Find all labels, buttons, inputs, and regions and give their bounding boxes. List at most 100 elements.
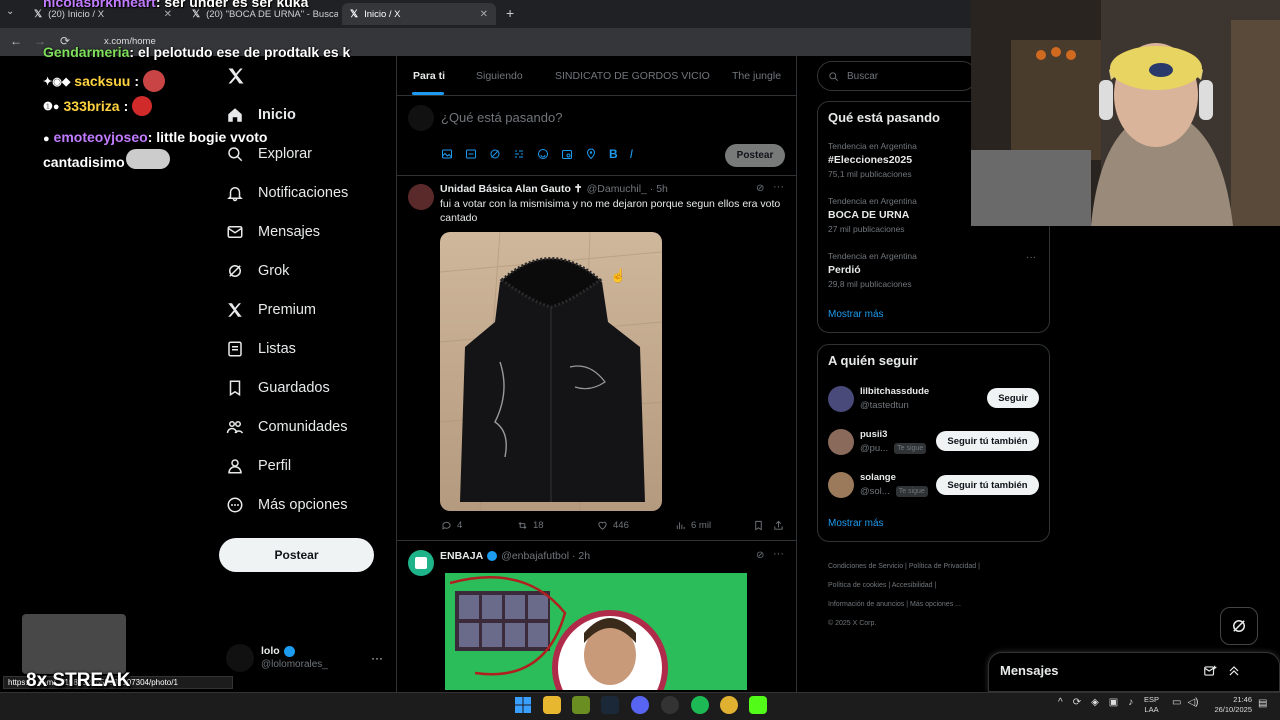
composer-post-button[interactable]: Postear [725,144,785,167]
grok-icon[interactable] [489,148,501,160]
new-message-icon[interactable] [1203,664,1217,678]
microphone-icon[interactable]: ♪ [1128,697,1133,708]
avatar[interactable] [408,550,434,576]
new-tab-icon[interactable]: + [506,5,514,21]
tab-search-icon[interactable]: ⌄ [6,6,14,17]
clock[interactable]: 21:46 26/10/2025 [1208,695,1252,715]
gif-icon[interactable] [465,148,477,160]
follow-button[interactable]: Seguir [987,388,1039,408]
nav-item-bookmarks[interactable]: Guardados [226,379,330,397]
notifications-icon[interactable]: ▤ [1258,698,1267,709]
tweet-handle[interactable]: @Damuchil_ · 5h [587,183,668,195]
trend-item[interactable]: Tendencia en Argentina Perdió 29,8 mil p… [828,251,917,289]
nav-item-premium[interactable]: Premium [226,301,316,319]
chrome-icon[interactable] [720,696,738,714]
system-tray[interactable]: ^ ⟳ ◈ ▣ ♪ [1058,697,1133,708]
tab-for-you[interactable]: Para ti [413,70,445,82]
follow-name[interactable]: pusii3 [860,429,887,440]
tweet-author[interactable]: ENBAJA [440,550,483,562]
follow-name[interactable]: solange [860,472,896,483]
italic-icon[interactable]: I [630,148,633,160]
steam-icon[interactable] [601,696,619,714]
more-icon[interactable]: ··· [773,181,784,193]
search-input[interactable]: Buscar [817,61,977,91]
tweet-handle[interactable]: @enbajafutbol · 2h [501,550,590,562]
copyright: © 2025 X Corp. [828,620,877,627]
nav-item-messages[interactable]: Mensajes [226,223,320,241]
trend-item[interactable]: Tendencia en Argentina BOCA DE URNA 27 m… [828,196,917,234]
footer-link[interactable]: Accesibilidad [892,582,933,589]
nav-item-more[interactable]: Más opciones [226,496,347,514]
footer-link[interactable]: Información de anuncios [828,601,904,608]
account-switcher[interactable]: lolo [261,645,295,657]
avatar[interactable] [828,429,854,455]
repost-button[interactable]: 18 [517,520,544,531]
expand-icon[interactable] [1227,664,1241,678]
nav-item-profile[interactable]: Perfil [226,457,291,475]
more-icon[interactable]: ··· [371,651,383,665]
footer-link[interactable]: Política de cookies [828,582,886,589]
close-icon[interactable]: ✕ [480,9,488,20]
grok-icon[interactable]: ⊘ [756,183,764,194]
nav-item-grok[interactable]: Grok [226,262,289,280]
post-button[interactable]: Postear [219,538,374,572]
messages-drawer-title: Mensajes [1000,663,1059,678]
quick-settings[interactable]: ▭ ◁) [1172,697,1198,708]
like-button[interactable]: 446 [597,520,629,531]
tweet-image[interactable] [445,573,747,690]
back-icon[interactable]: ← [10,34,22,48]
more-icon[interactable]: ··· [773,548,784,560]
views-button[interactable]: 6 mil [675,520,711,531]
avatar[interactable] [828,386,854,412]
avatar[interactable] [408,184,434,210]
windows-start-icon[interactable] [514,696,532,714]
app-icon[interactable] [572,696,590,714]
composer-input[interactable]: ¿Qué está pasando? [441,110,562,125]
x-logo-icon[interactable] [226,66,246,86]
bookmark-icon[interactable] [753,520,764,531]
footer-link[interactable]: Más opciones ... [910,601,961,608]
close-icon[interactable]: ✕ [164,9,172,20]
reply-button[interactable]: 4 [441,520,462,531]
discord-icon[interactable] [631,696,649,714]
nav-item-home[interactable]: Inicio [226,106,296,124]
chevron-up-icon[interactable]: ^ [1058,697,1063,708]
grok-floating-button[interactable] [1220,607,1258,645]
follow-name[interactable]: lilbitchassdude [860,386,929,397]
tab-following[interactable]: Siguiendo [476,70,523,82]
network-icon[interactable]: ◈ [1091,697,1099,708]
footer-link[interactable]: Política de Privacidad [909,563,976,570]
follow-back-button[interactable]: Seguir tú también [936,431,1039,451]
more-icon[interactable]: ··· [1026,252,1036,263]
app-icon[interactable] [661,696,679,714]
sync-icon[interactable]: ⟳ [1073,697,1081,708]
follow-show-more[interactable]: Mostrar más [828,518,884,529]
share-icon[interactable] [773,520,784,531]
location-icon[interactable] [585,148,597,160]
tab-list-jungle[interactable]: The jungle [732,70,781,82]
app-tray-icon[interactable]: ▣ [1109,697,1118,708]
nav-item-communities[interactable]: Comunidades [226,418,347,436]
language-indicator[interactable]: ESP LAA [1144,695,1159,715]
browser-tab-active[interactable]: 𝕏 Inicio / X ✕ [342,3,496,25]
footer-link[interactable]: Condiciones de Servicio [828,563,903,570]
file-explorer-icon[interactable] [543,696,561,714]
trends-show-more[interactable]: Mostrar más [828,309,884,320]
emoji-icon[interactable] [537,148,549,160]
tab-list-sindicato[interactable]: SINDICATO DE GORDOS VICIO [555,70,710,82]
tweet-image[interactable] [440,232,662,511]
nav-item-lists[interactable]: Listas [226,340,296,358]
poll-icon[interactable] [513,148,525,160]
avatar[interactable] [828,472,854,498]
schedule-icon[interactable] [561,148,573,160]
trend-item[interactable]: Tendencia en Argentina #Elecciones2025 7… [828,141,917,179]
spotify-icon[interactable] [691,696,709,714]
bold-icon[interactable]: B [609,148,618,160]
follow-back-button[interactable]: Seguir tú también [936,475,1039,495]
nav-item-notifications[interactable]: Notificaciones [226,184,348,202]
image-icon[interactable] [441,148,453,160]
grok-icon[interactable]: ⊘ [756,550,764,561]
grok-icon [229,265,241,277]
kick-icon[interactable] [749,696,767,714]
tweet-author[interactable]: Unidad Básica Alan Gauto ✝ [440,183,583,195]
